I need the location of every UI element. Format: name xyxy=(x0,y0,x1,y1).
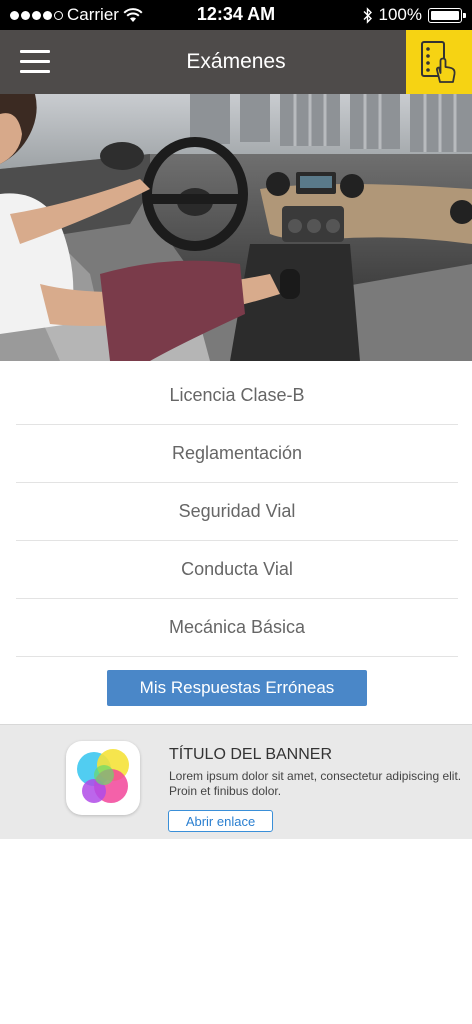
status-right: 100% xyxy=(363,5,466,25)
banner-text: Lorem ipsum dolor sit amet, consectetur … xyxy=(169,769,462,798)
battery-percent: 100% xyxy=(378,5,422,24)
ad-banner: TÍTULO DEL BANNER Lorem ipsum dolor sit … xyxy=(0,724,472,839)
exam-category-list: Licencia Clase-B Reglamentación Segurida… xyxy=(16,367,458,657)
list-item-seguridad-vial[interactable]: Seguridad Vial xyxy=(16,483,458,541)
page-title: Exámenes xyxy=(186,50,286,73)
bluetooth-icon xyxy=(363,6,372,24)
list-touch-button[interactable] xyxy=(406,30,472,94)
banner-title: TÍTULO DEL BANNER xyxy=(169,746,332,763)
list-item-licencia-clase-b[interactable]: Licencia Clase-B xyxy=(16,367,458,425)
status-bar: Carrier 12:34 AM 100% xyxy=(0,0,472,30)
list-item-conducta-vial[interactable]: Conducta Vial xyxy=(16,541,458,599)
car-interior-illustration xyxy=(0,94,472,361)
game-center-bubbles-icon xyxy=(66,741,140,815)
wrong-answers-button[interactable]: Mis Respuestas Erróneas xyxy=(107,670,367,706)
list-touch-icon xyxy=(421,41,456,83)
open-link-button[interactable]: Abrir enlace xyxy=(168,810,273,832)
list-item-mecanica-basica[interactable]: Mecánica Básica xyxy=(16,599,458,657)
hero-image xyxy=(0,94,472,361)
nav-bar: Exámenes xyxy=(0,30,472,94)
battery-icon xyxy=(428,7,466,23)
list-item-reglamentacion[interactable]: Reglamentación xyxy=(16,425,458,483)
